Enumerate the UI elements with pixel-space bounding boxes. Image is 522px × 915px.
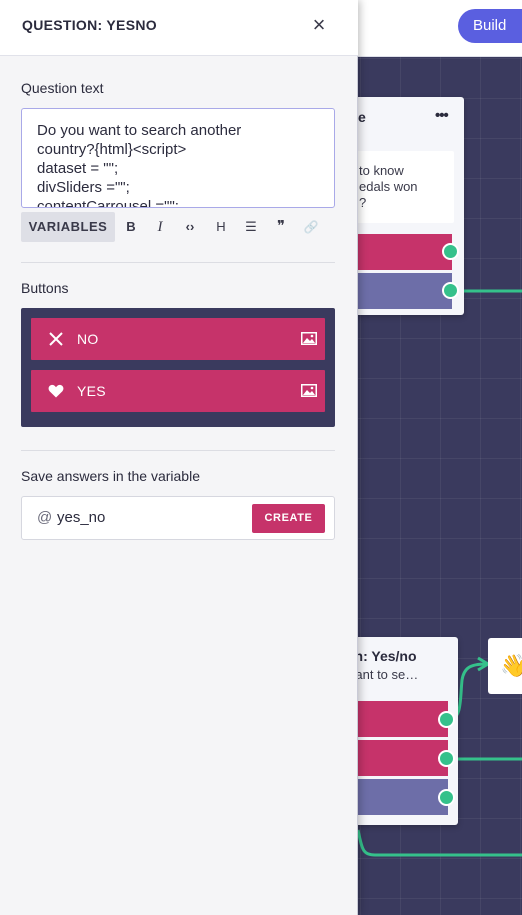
wave-emoji-node[interactable]: 👋 xyxy=(488,638,522,694)
answer-button-yes[interactable]: YES xyxy=(31,370,325,412)
list-icon[interactable]: ☰ xyxy=(240,212,262,242)
variable-value[interactable]: yes_no xyxy=(57,497,105,539)
panel-header: QUESTION: YESNO × xyxy=(0,0,358,56)
variables-button[interactable]: VARIABLES xyxy=(21,212,115,242)
question-side-panel: QUESTION: YESNO × Question text Do you w… xyxy=(0,0,358,915)
question-text-content[interactable]: Do you want to search another country?{h… xyxy=(37,121,327,207)
output-port[interactable] xyxy=(438,711,455,728)
node-output-purple[interactable] xyxy=(348,273,452,309)
output-port[interactable] xyxy=(438,789,455,806)
output-port[interactable] xyxy=(442,282,459,299)
link-icon[interactable]: 🔗 xyxy=(300,212,322,242)
wire-loop xyxy=(356,829,522,857)
divider xyxy=(21,262,335,263)
node-text-box: to know edals won ? xyxy=(348,151,454,223)
variable-field[interactable]: @ yes_no CREATE xyxy=(21,496,335,540)
format-toolbar: VARIABLES B I ‹› H ☰ ❞ 🔗 xyxy=(21,212,335,242)
buttons-label: Buttons xyxy=(21,280,69,296)
output-port[interactable] xyxy=(438,750,455,767)
node-output-pink[interactable] xyxy=(348,234,452,270)
node-output-default[interactable] xyxy=(348,779,448,815)
output-port[interactable] xyxy=(442,243,459,260)
wave-emoji: 👋 xyxy=(500,653,522,678)
image-icon[interactable] xyxy=(301,332,317,345)
save-variable-label: Save answers in the variable xyxy=(21,468,200,484)
image-icon[interactable] xyxy=(301,384,317,397)
node-output-no[interactable] xyxy=(348,740,448,776)
more-options-icon[interactable]: ••• xyxy=(435,107,449,124)
node-output-yes[interactable] xyxy=(348,701,448,737)
node-text-line: edals won xyxy=(359,179,418,194)
answer-button-no[interactable]: NO xyxy=(31,318,325,360)
question-text-label: Question text xyxy=(21,80,104,96)
x-icon xyxy=(47,318,65,360)
heart-icon xyxy=(47,370,65,412)
at-icon: @ xyxy=(37,509,53,526)
heading-icon[interactable]: H xyxy=(210,212,232,242)
answer-button-label: YES xyxy=(77,383,106,399)
question-text-editor[interactable]: Do you want to search another country?{h… xyxy=(21,108,335,208)
node-title: e xyxy=(358,109,366,125)
create-variable-button[interactable]: CREATE xyxy=(252,504,325,533)
bold-icon[interactable]: B xyxy=(120,212,142,242)
node-text-line: to know xyxy=(359,163,404,178)
code-icon[interactable]: ‹› xyxy=(179,212,201,242)
answer-button-label: NO xyxy=(77,331,99,347)
close-icon[interactable]: × xyxy=(310,14,328,36)
quote-icon[interactable]: ❞ xyxy=(270,212,292,242)
italic-icon[interactable]: I xyxy=(149,212,171,242)
panel-title: QUESTION: YESNO xyxy=(22,17,157,33)
divider xyxy=(21,450,335,451)
answer-buttons-list: NO YES xyxy=(21,308,335,427)
node-text-line: ? xyxy=(359,195,367,210)
